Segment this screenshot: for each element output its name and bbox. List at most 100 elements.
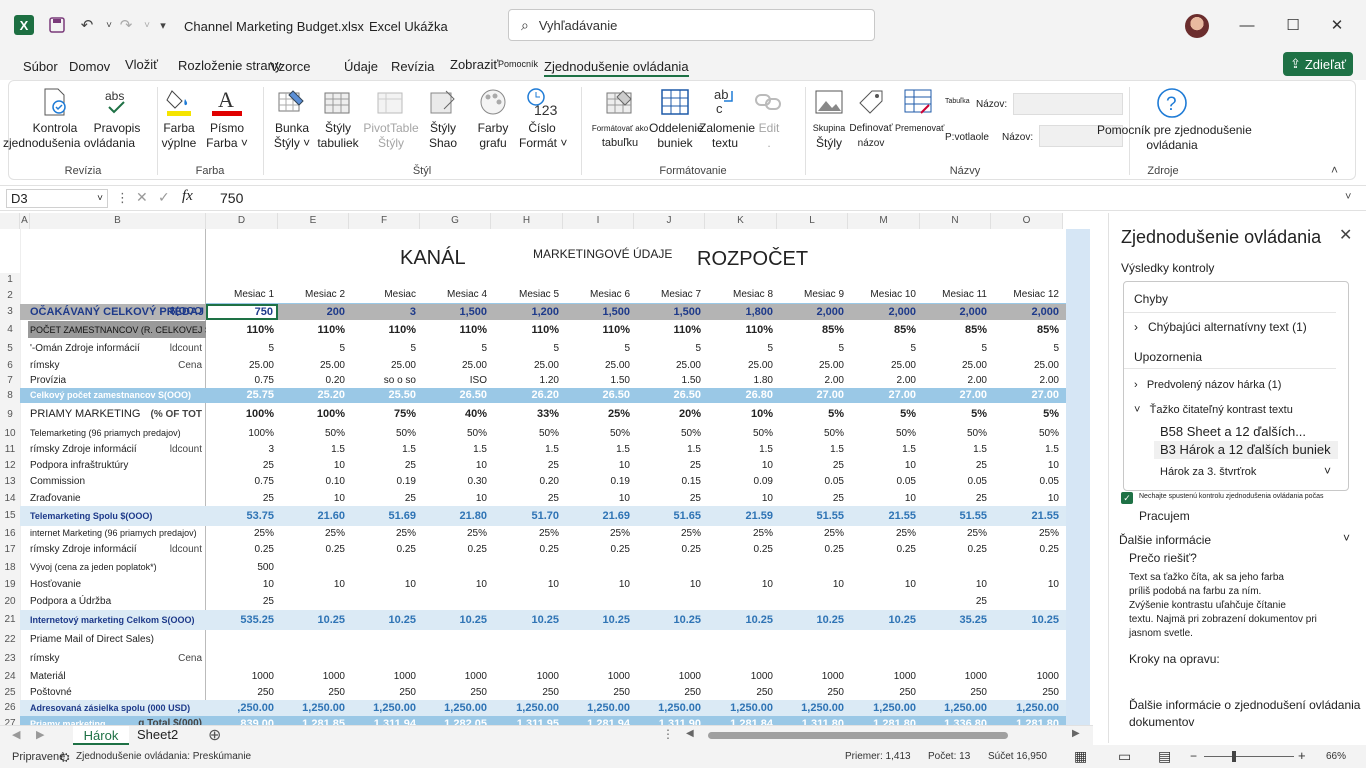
column-header[interactable]: I (563, 213, 634, 229)
chevron-down-icon[interactable]: ˅ (1343, 531, 1350, 545)
month-header[interactable]: Mesiac 2 (278, 289, 349, 300)
data-cell[interactable]: 5 (920, 340, 991, 357)
data-cell[interactable]: 2,000 (848, 304, 920, 320)
row-header[interactable]: 5 (0, 340, 20, 357)
data-cell[interactable]: 1.5 (420, 441, 491, 458)
data-cell[interactable]: 1,200 (491, 304, 563, 320)
column-header[interactable]: B (30, 213, 206, 229)
data-cell[interactable]: 10 (206, 577, 278, 593)
row-header[interactable]: 10 (0, 426, 20, 441)
prev-sheet-icon[interactable]: ◀ (12, 728, 20, 741)
data-cell[interactable]: 1.5 (920, 441, 991, 458)
row-label-extra[interactable]: g Total $(000) (118, 716, 206, 725)
data-cell[interactable]: 10 (705, 577, 777, 593)
data-cell[interactable]: 1.80 (705, 374, 777, 388)
data-cell[interactable]: 110% (206, 320, 278, 340)
data-cell[interactable]: 25 (634, 458, 705, 473)
data-cell[interactable]: 1,282.05 (420, 716, 491, 725)
minimize-icon[interactable]: — (1232, 12, 1262, 38)
data-cell[interactable]: 10 (777, 577, 848, 593)
sheet-title-marketing[interactable]: MARKETINGOVÉ ÚDAJE (533, 247, 672, 261)
tab-sheet2[interactable]: Sheet2 (137, 727, 178, 742)
name-box[interactable]: D3 ˅ (6, 189, 108, 208)
data-cell[interactable]: 26.80 (705, 388, 777, 403)
data-cell[interactable]: 0.75 (206, 473, 278, 491)
row-label[interactable]: Commission (30, 473, 206, 491)
data-cell[interactable]: 10.25 (848, 610, 920, 630)
worksheet-grid[interactable]: A B D E F G H I J K L M N O KANÁL MARKETINGOVÉ ÚDAJE ROZ… (0, 213, 1093, 725)
data-cell[interactable]: 25.00 (848, 357, 920, 374)
data-cell[interactable]: 5 (349, 340, 420, 357)
data-cell[interactable]: 25% (848, 526, 920, 541)
data-cell[interactable]: 25.75 (206, 388, 278, 403)
data-cell[interactable]: 1.5 (491, 441, 563, 458)
data-cell[interactable]: 0.20 (278, 374, 349, 388)
more-info-header[interactable]: Ďalšie informácie (1119, 533, 1211, 547)
row-label[interactable]: Zraďovanie (30, 491, 206, 506)
accessibility-help-button[interactable]: ? Pomocník pre zjednodušenie ovládania (1097, 87, 1252, 153)
data-cell[interactable]: 25 (777, 491, 848, 506)
data-cell[interactable]: 26.50 (563, 388, 634, 403)
data-cell[interactable]: 500 (206, 558, 278, 577)
data-cell[interactable]: 10 (491, 577, 563, 593)
data-cell[interactable]: 3 (349, 304, 420, 320)
data-cell[interactable]: 21.60 (278, 506, 349, 526)
row-header[interactable]: 2 (0, 287, 20, 304)
data-cell[interactable]: 10.25 (491, 610, 563, 630)
contrast-issue-b58[interactable]: B58 Sheet a 12 ďalších... (1160, 424, 1306, 439)
row-header[interactable]: 17 (0, 541, 20, 558)
format-as-table-button[interactable]: Formátovať ako tabuľku (587, 87, 653, 151)
zoom-in-icon[interactable]: + (1298, 748, 1306, 763)
zoom-out-icon[interactable]: − (1190, 749, 1197, 763)
data-cell[interactable]: 51.55 (920, 506, 991, 526)
data-cell[interactable]: 1,250.00 (920, 700, 991, 716)
tab-help[interactable]: Pomocník (498, 59, 538, 69)
more-options-icon[interactable]: ⋮ (116, 190, 129, 206)
data-cell[interactable]: 250 (777, 686, 848, 700)
data-cell[interactable]: 0.05 (777, 473, 848, 491)
data-cell[interactable]: 1,250.00 (634, 700, 705, 716)
data-cell[interactable]: 1000 (634, 668, 705, 686)
month-header[interactable]: Mesiac 7 (634, 289, 705, 300)
data-cell[interactable]: 25 (206, 458, 278, 473)
data-cell[interactable]: 0.05 (991, 473, 1063, 491)
data-cell[interactable]: 0.30 (420, 473, 491, 491)
data-cell[interactable]: 110% (705, 320, 777, 340)
row-label[interactable]: Materiál (30, 668, 206, 686)
data-cell[interactable]: 1000 (777, 668, 848, 686)
column-header[interactable]: G (420, 213, 491, 229)
data-cell[interactable]: 10 (848, 577, 920, 593)
data-cell[interactable]: 1,311.80 (777, 716, 848, 725)
column-header[interactable]: J (634, 213, 705, 229)
data-cell[interactable]: 10 (278, 491, 349, 506)
picture-styles-button[interactable]: Skupina Štýly (809, 87, 849, 152)
row-header[interactable]: 12 (0, 458, 20, 473)
data-cell[interactable]: 25% (563, 526, 634, 541)
row-label[interactable]: Priame Mail of Direct Sales) (30, 630, 206, 650)
row-header[interactable]: 26 (0, 700, 20, 716)
row-header[interactable]: 6 (0, 357, 20, 374)
data-cell[interactable]: 250 (848, 686, 920, 700)
data-cell[interactable]: 1,250.00 (491, 700, 563, 716)
row-label[interactable]: Telemarketing (96 priamych predajov) (30, 426, 206, 441)
error-item[interactable]: › Chýbajúci alternatívny text (1) (1134, 320, 1344, 334)
data-cell[interactable]: 25 (206, 491, 278, 506)
collapse-ribbon-icon[interactable]: ˄ (1331, 163, 1338, 177)
data-cell[interactable]: ,250.00 (206, 700, 278, 716)
data-cell[interactable]: 10 (920, 577, 991, 593)
cancel-icon[interactable]: ✕ (136, 189, 148, 206)
data-cell[interactable]: 25% (206, 526, 278, 541)
data-cell[interactable]: 10 (563, 577, 634, 593)
column-header[interactable]: H (491, 213, 563, 229)
data-cell[interactable]: 1.5 (634, 441, 705, 458)
data-cell[interactable]: 85% (920, 320, 991, 340)
data-cell[interactable]: 10.25 (278, 610, 349, 630)
warning-item-default-sheet[interactable]: › Predvolený názov hárka (1) (1134, 379, 1281, 391)
data-cell[interactable]: 100% (278, 403, 349, 426)
data-cell[interactable]: 10 (563, 458, 634, 473)
data-cell[interactable]: 0.25 (278, 541, 349, 558)
data-cell[interactable]: 25 (634, 491, 705, 506)
row-label-extra[interactable]: Cena (118, 650, 206, 668)
row-header[interactable]: 23 (0, 650, 20, 668)
data-cell[interactable]: 1.5 (777, 441, 848, 458)
